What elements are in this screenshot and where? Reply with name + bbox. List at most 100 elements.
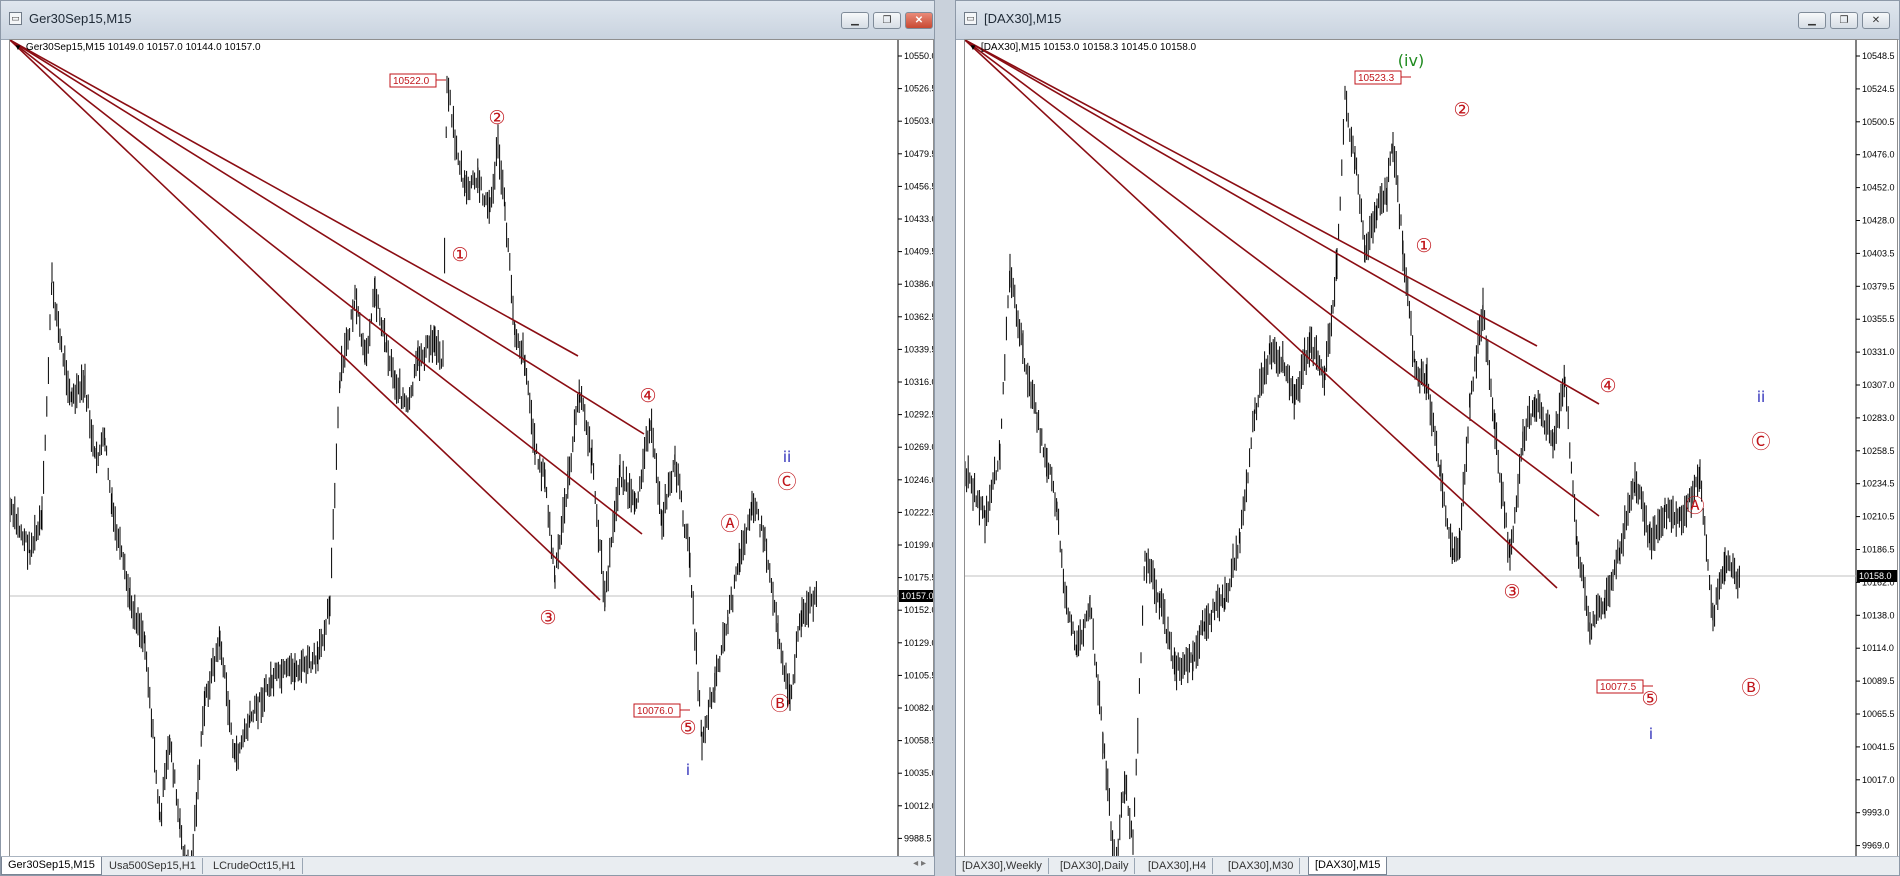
price-axis-label: 10503.0 bbox=[904, 116, 934, 126]
price-axis-label: 10500.5 bbox=[1862, 117, 1895, 127]
tab-dax30-daily[interactable]: [DAX30],Daily bbox=[1054, 858, 1136, 874]
price-axis-label: 10386.0 bbox=[904, 279, 934, 289]
close-button[interactable]: ✕ bbox=[1862, 12, 1890, 29]
price-axis-label: 10548.5 bbox=[1862, 51, 1895, 61]
price-axis-label: 10379.5 bbox=[1862, 281, 1895, 291]
window-divider bbox=[935, 0, 955, 876]
wave-2-label: ② bbox=[488, 107, 505, 129]
price-marker-label: 10522.0 bbox=[393, 76, 430, 87]
price-axis-label: 10433.0 bbox=[904, 214, 934, 224]
price-axis-label: 10292.5 bbox=[904, 410, 934, 420]
price-axis-label: 10283.0 bbox=[1862, 413, 1895, 423]
price-axis-label: 10339.5 bbox=[904, 344, 934, 354]
close-button[interactable]: ✕ bbox=[905, 12, 933, 29]
price-axis-label: 10331.0 bbox=[1862, 347, 1895, 357]
window-titlebar[interactable]: ▭ Ger30Sep15,M15 ▁ ❐ ✕ bbox=[1, 1, 934, 40]
wave-2-label: ② bbox=[1453, 99, 1470, 121]
tab-scroll-arrows-icon[interactable]: ◂ ▸ bbox=[913, 858, 926, 869]
price-axis-label: 10012.0 bbox=[904, 801, 934, 811]
wave-b-label: Ⓑ bbox=[770, 693, 789, 715]
price-axis-label: 10175.5 bbox=[904, 573, 934, 583]
symbol-info: ▼ Ger30Sep15,M15 10149.0 10157.0 10144.0 … bbox=[14, 42, 261, 53]
price-axis-label: 9993.0 bbox=[1862, 808, 1890, 818]
wave-5-label: ⑤ bbox=[679, 717, 696, 739]
chart-window-icon: ▭ bbox=[964, 12, 977, 25]
wave-i-label: i bbox=[686, 761, 690, 779]
restore-icon: ❐ bbox=[1839, 15, 1849, 26]
price-axis-label: 10355.5 bbox=[1862, 314, 1895, 324]
triangle-trendline bbox=[965, 40, 1538, 347]
chart-canvas[interactable]: 10550.0 10526.5 10503.0 10479.5 10456.5 10433… bbox=[10, 40, 934, 859]
minimize-button[interactable]: ▁ bbox=[841, 12, 869, 29]
price-axis-label: 10065.5 bbox=[1862, 709, 1895, 719]
triangle-trendline bbox=[10, 40, 601, 601]
price-axis-label: 10105.5 bbox=[904, 670, 934, 680]
restore-button[interactable]: ❐ bbox=[873, 12, 901, 29]
price-chart[interactable]: 10548.5 10524.5 10500.5 10476.0 10452.0 10428… bbox=[964, 39, 1898, 859]
price-axis-label: 10210.5 bbox=[1862, 512, 1895, 522]
restore-icon: ❐ bbox=[882, 15, 892, 26]
wave-ii-label: ii bbox=[783, 448, 791, 466]
chart-window-dax30[interactable]: ▭ [DAX30],M15 ▁ ❐ ✕ 10548.5 10524.5 10500.… bbox=[955, 0, 1900, 876]
price-axis-label: 10307.0 bbox=[1862, 380, 1895, 390]
tab-dax30-h4[interactable]: [DAX30],H4 bbox=[1142, 858, 1214, 874]
chart-tab-bar: [DAX30],Weekly [DAX30],Daily [DAX30],H4 … bbox=[956, 856, 1899, 875]
price-axis-label: 10129.0 bbox=[904, 638, 934, 648]
current-price-label: 10158.0 bbox=[1859, 571, 1892, 581]
tab-usa500-h1[interactable]: Usa500Sep15,H1 bbox=[103, 858, 203, 874]
wave-4-label: ④ bbox=[1599, 375, 1616, 397]
symbol-quote: [DAX30],M15 10153.0 10158.3 10145.0 1015… bbox=[980, 42, 1197, 53]
price-axis-label: 10114.0 bbox=[1862, 643, 1894, 653]
wave-3-label: ③ bbox=[1503, 581, 1520, 603]
wave-iv-label: (iv) bbox=[1398, 51, 1424, 70]
chart-window-icon: ▭ bbox=[9, 12, 22, 25]
price-marker-label: 10523.3 bbox=[1358, 73, 1395, 84]
current-price-label: 10157.0 bbox=[901, 591, 934, 601]
dropdown-triangle-icon[interactable]: ▼ bbox=[14, 43, 22, 52]
chart-tab-bar: Ger30Sep15,M15 Usa500Sep15,H1 LCrudeOct1… bbox=[1, 856, 934, 875]
symbol-quote: Ger30Sep15,M15 10149.0 10157.0 10144.0 1… bbox=[25, 42, 261, 53]
tab-dax30-weekly[interactable]: [DAX30],Weekly bbox=[956, 858, 1049, 874]
price-axis-label: 10082.0 bbox=[904, 703, 934, 713]
wave-1-label: ① bbox=[1415, 235, 1432, 257]
price-axis-label: 10186.5 bbox=[1862, 545, 1895, 555]
price-axis-label: 10246.0 bbox=[904, 475, 934, 485]
wave-1-label: ① bbox=[451, 244, 468, 266]
price-axis-label: 10017.0 bbox=[1862, 775, 1895, 785]
price-axis-label: 10152.0 bbox=[904, 605, 934, 615]
minimize-icon: ▁ bbox=[1808, 15, 1816, 26]
symbol-info: ▼ [DAX30],M15 10153.0 10158.3 10145.0 101… bbox=[969, 42, 1196, 53]
tab-dax30-m30[interactable]: [DAX30],M30 bbox=[1222, 858, 1301, 874]
price-axis-label: 10269.0 bbox=[904, 442, 934, 452]
price-axis-label: 10258.5 bbox=[1862, 446, 1895, 456]
chart-canvas[interactable]: 10548.5 10524.5 10500.5 10476.0 10452.0 10428… bbox=[965, 40, 1898, 859]
window-title: Ger30Sep15,M15 bbox=[29, 11, 132, 26]
price-axis-label: 10476.0 bbox=[1862, 150, 1895, 160]
wave-c-label: Ⓒ bbox=[777, 471, 796, 493]
price-axis-label: 10456.5 bbox=[904, 181, 934, 191]
wave-3-label: ③ bbox=[539, 607, 556, 629]
tab-dax30-m15[interactable]: [DAX30],M15 bbox=[1308, 857, 1388, 875]
wave-4-label: ④ bbox=[639, 385, 656, 407]
price-axis-label: 9988.5 bbox=[904, 833, 932, 843]
wave-5-label: ⑤ bbox=[1641, 688, 1658, 710]
price-axis-label: 10526.5 bbox=[904, 84, 934, 94]
price-axis-label: 9969.0 bbox=[1862, 841, 1890, 851]
tab-lcrude-h1[interactable]: LCrudeOct15,H1 bbox=[207, 858, 303, 874]
price-marker-label: 10077.5 bbox=[1600, 682, 1637, 693]
chart-window-ger30[interactable]: ▭ Ger30Sep15,M15 ▁ ❐ ✕ 10550.0 10526.5 105… bbox=[0, 0, 935, 876]
price-axis-label: 10479.5 bbox=[904, 149, 934, 159]
wave-b-label: Ⓑ bbox=[1741, 677, 1760, 699]
price-axis-label: 10041.5 bbox=[1862, 742, 1895, 752]
price-axis-label: 10035.0 bbox=[904, 768, 934, 778]
minimize-button[interactable]: ▁ bbox=[1798, 12, 1826, 29]
tab-ger30-m15[interactable]: Ger30Sep15,M15 bbox=[1, 857, 102, 875]
price-axis-label: 10058.5 bbox=[904, 736, 934, 746]
window-titlebar[interactable]: ▭ [DAX30],M15 ▁ ❐ ✕ bbox=[956, 1, 1899, 40]
price-axis-label: 10316.0 bbox=[904, 377, 934, 387]
wave-a-label: Ⓐ bbox=[720, 513, 739, 535]
wave-a-label: Ⓐ bbox=[1685, 495, 1704, 517]
restore-button[interactable]: ❐ bbox=[1830, 12, 1858, 29]
price-chart[interactable]: 10550.0 10526.5 10503.0 10479.5 10456.5 10433… bbox=[9, 39, 934, 859]
dropdown-triangle-icon[interactable]: ▼ bbox=[969, 43, 977, 52]
